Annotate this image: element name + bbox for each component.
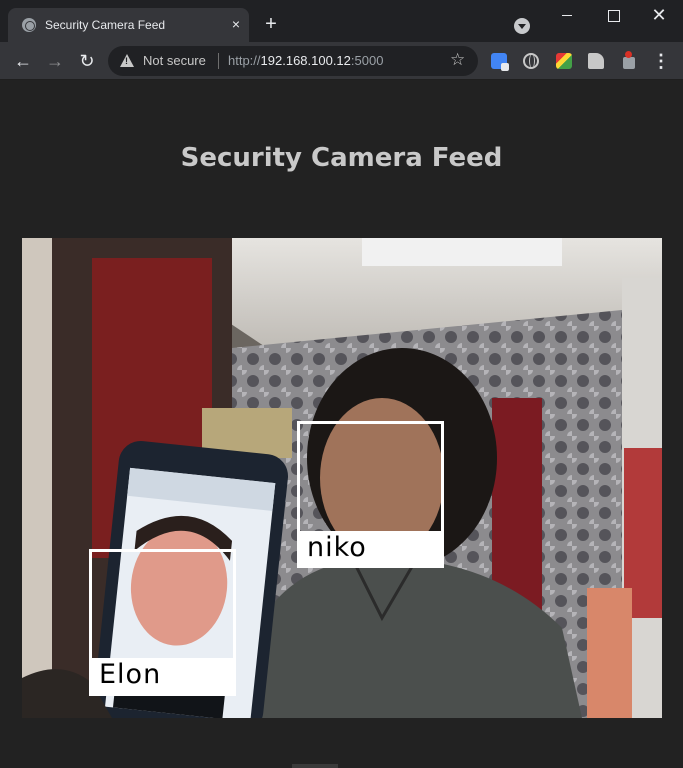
puzzle-icon[interactable] — [588, 53, 604, 69]
colorful-extension-icon[interactable] — [556, 53, 572, 69]
maximize-icon[interactable] — [590, 0, 636, 30]
url-text[interactable]: http://192.168.100.12:5000 — [228, 53, 383, 68]
url-port: :5000 — [350, 53, 384, 68]
plus-icon[interactable]: + — [260, 13, 282, 35]
browser-toolbar: ← → ↻ Not secure http://192.168.100.12:5… — [0, 42, 683, 80]
camera-feed: niko Elon — [22, 238, 662, 718]
globe-icon[interactable] — [523, 53, 539, 69]
page-title: Security Camera Feed — [180, 143, 503, 173]
close-window-icon[interactable]: ✕ — [636, 0, 682, 30]
globe-favicon-icon — [22, 18, 36, 32]
detection-label-niko: niko — [297, 531, 444, 568]
more-menu-icon[interactable]: ⋮ — [652, 51, 670, 71]
close-icon[interactable]: × — [227, 15, 245, 33]
tab-title: Security Camera Feed — [45, 18, 166, 32]
back-arrow-icon[interactable]: ← — [11, 49, 35, 73]
tab-search-icon[interactable] — [514, 18, 530, 34]
google-translate-icon[interactable] — [491, 53, 509, 71]
title-bar: Security Camera Feed × + ✕ — [0, 0, 683, 42]
star-icon[interactable]: ☆ — [450, 50, 465, 70]
divider — [218, 53, 219, 69]
url-host: 192.168.100.12 — [260, 53, 351, 68]
url-scheme: http:// — [228, 53, 261, 68]
warning-icon[interactable] — [120, 54, 134, 67]
red-badge-extension-icon[interactable] — [620, 51, 638, 71]
minimize-icon[interactable] — [544, 0, 590, 30]
security-status[interactable]: Not secure — [143, 53, 206, 68]
scroll-indicator — [292, 764, 338, 768]
address-bar[interactable]: Not secure http://192.168.100.12:5000 ☆ — [108, 46, 478, 76]
forward-arrow-icon[interactable]: → — [43, 49, 67, 73]
browser-tab[interactable]: Security Camera Feed × — [8, 8, 249, 42]
reload-icon[interactable]: ↻ — [75, 49, 99, 73]
detection-label-elon: Elon — [89, 658, 236, 696]
